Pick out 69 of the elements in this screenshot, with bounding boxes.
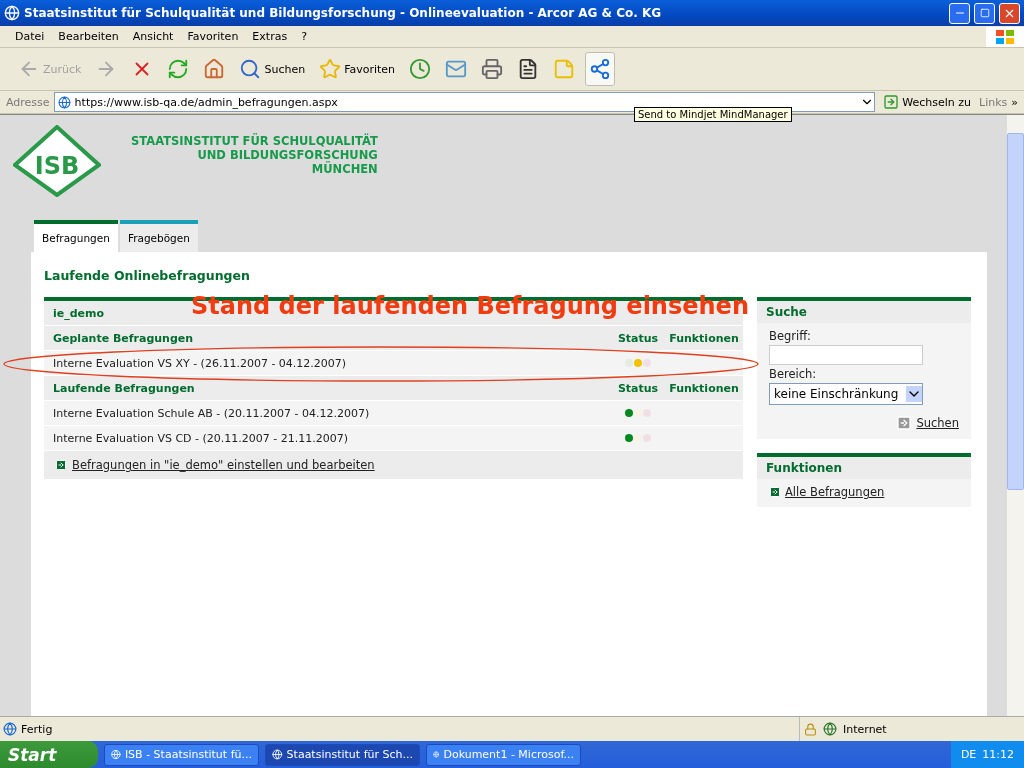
column-header: Funktionen (668, 331, 740, 345)
survey-title: Interne Evaluation VS XY - (26.11.2007 - 04.12.2007) (53, 356, 348, 370)
institute-name: UND BILDUNGSFORSCHUNG (197, 148, 378, 162)
app-icon (433, 748, 440, 761)
institute-name: STAATSINSTITUT FÜR SCHULQUALITÄT (131, 134, 378, 148)
favorites-button[interactable]: Favoriten (315, 52, 400, 86)
clock: 11:12 (982, 748, 1014, 761)
panel-title: Funktionen (757, 457, 971, 479)
zone-text: Internet (843, 722, 887, 736)
column-header: Status (616, 381, 660, 395)
windows-logo-icon (986, 26, 1024, 47)
language-indicator[interactable]: DE (960, 748, 977, 761)
menu-item[interactable]: Extras (247, 30, 293, 43)
go-button[interactable]: Wechseln zu (879, 94, 975, 110)
menu-item[interactable]: Bearbeiten (53, 30, 124, 43)
column-header: Status (616, 331, 660, 345)
minimize-button[interactable] (949, 2, 970, 24)
scrollbar[interactable] (1007, 115, 1024, 716)
menu-item[interactable]: ? (296, 30, 312, 43)
panel-title: Suche (757, 301, 971, 323)
window-title: Staatsinstitut für Schulqualität und Bildungsforschung - Onlineevaluation - Arcor AG & Co. KG (24, 6, 663, 20)
mindmap-icon[interactable] (585, 52, 616, 86)
tooltip: Send to Mindjet MindManager (634, 107, 792, 122)
star-icon (319, 58, 342, 80)
app-icon (111, 748, 121, 761)
maximize-button[interactable] (974, 2, 995, 24)
isb-logo: ISB (13, 125, 101, 197)
maximize-icon (979, 8, 990, 18)
page-icon (3, 722, 17, 736)
institute-name: MÜNCHEN (311, 162, 378, 176)
search-button[interactable]: Suchen (235, 52, 310, 86)
survey-title: Interne Evaluation Schule AB - (20.11.2007 - 04.12.2007) (53, 406, 371, 420)
browser-icon (4, 5, 20, 21)
taskbar-button[interactable]: ISB - Staatsinstitut fü... (104, 743, 259, 766)
start-button[interactable]: Start (0, 741, 98, 768)
section-title: Geplante Befragungen (53, 331, 195, 345)
page-heading: Laufende Onlinebefragungen (44, 268, 251, 283)
more-chevron[interactable]: » (1011, 95, 1018, 109)
app-icon (272, 748, 283, 761)
section-title: Laufende Befragungen (53, 381, 196, 395)
search-field[interactable] (769, 345, 923, 365)
address-label: Adresse (6, 95, 50, 109)
taskbar-button[interactable]: Dokument1 - Microsof... (426, 743, 581, 766)
page-icon (57, 95, 71, 109)
links-label[interactable]: Links (979, 95, 1008, 109)
survey-row[interactable]: Interne Evaluation VS XY - (26.11.2007 - 04.12.2007) (44, 351, 743, 376)
menu-item[interactable]: Datei (10, 30, 50, 43)
field-label: Begriff: (769, 329, 812, 343)
survey-title: Interne Evaluation VS CD - (20.11.2007 - 21.11.2007) (53, 431, 350, 445)
tab[interactable]: Befragungen (34, 220, 118, 252)
menu-item[interactable]: Favoriten (182, 30, 244, 43)
lock-icon (804, 722, 817, 736)
globe-icon (823, 722, 837, 736)
group-name: ie_demo (53, 306, 105, 320)
annotation-text: Stand der laufenden Befragung einsehen (191, 292, 749, 320)
search-icon (239, 58, 262, 80)
dropdown-icon (906, 386, 922, 402)
status-text: Fertig (21, 722, 53, 736)
menu-item[interactable]: Ansicht (127, 30, 179, 43)
search-link[interactable]: Suchen (896, 415, 959, 431)
area-select[interactable]: keine Einschränkung (769, 383, 923, 405)
taskbar-button[interactable]: Staatsinstitut für Sch... (265, 743, 420, 766)
column-header: Funktionen (668, 381, 740, 395)
survey-row[interactable]: Interne Evaluation VS CD - (20.11.2007 - 21.11.2007) (44, 426, 743, 451)
survey-row[interactable]: Interne Evaluation Schule AB - (20.11.2007 - 04.12.2007) (44, 401, 743, 426)
field-label: Bereich: (769, 367, 818, 381)
tab[interactable]: Fragebögen (119, 220, 198, 252)
all-surveys-link[interactable]: Alle Befragungen (769, 485, 885, 499)
close-button[interactable] (999, 2, 1020, 24)
